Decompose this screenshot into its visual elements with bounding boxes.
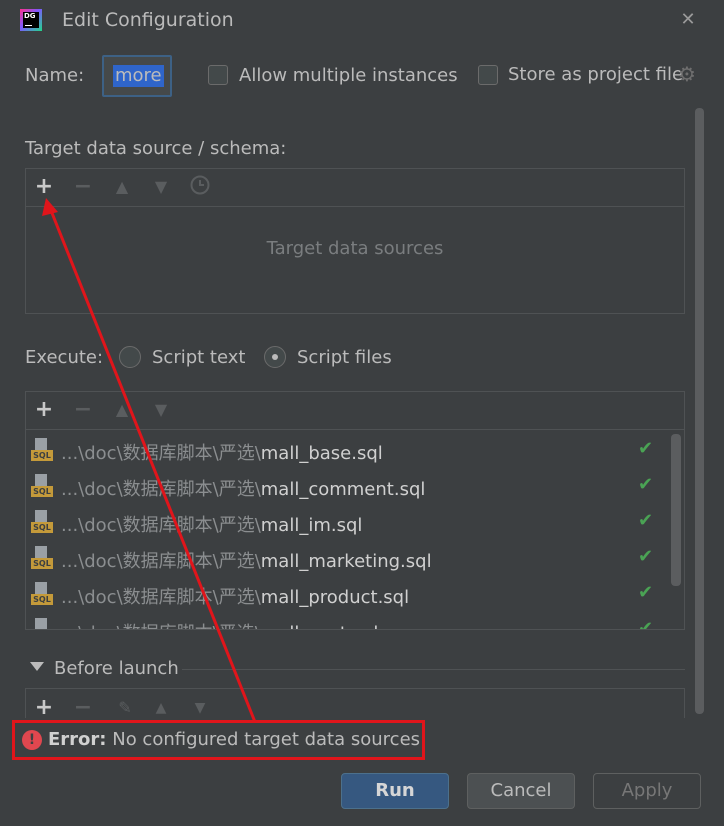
script-files-radio[interactable]	[264, 346, 286, 368]
file-row[interactable]: SQL ...\doc\数据库脚本\严选\mall_comment.sql ✔	[26, 468, 684, 504]
name-label: Name:	[25, 65, 85, 86]
file-row[interactable]: SQL ...\doc\数据库脚本\严选\mall_marketing.sql ✔	[26, 540, 684, 576]
error-icon: !	[22, 730, 42, 750]
allow-multiple-label[interactable]: Allow multiple instances	[239, 65, 458, 86]
name-input[interactable]: more	[102, 55, 172, 97]
minus-icon[interactable]: −	[70, 397, 96, 423]
before-launch-divider	[182, 669, 685, 670]
error-message: Error: No configured target data sources	[48, 729, 420, 750]
down-icon[interactable]: ▼	[148, 397, 174, 423]
sql-file-icon: SQL	[31, 510, 53, 534]
file-name: mall_comment.sql	[260, 479, 426, 500]
target-data-source-label: Target data source / schema:	[25, 138, 287, 159]
chevron-down-icon[interactable]	[30, 662, 44, 671]
sql-file-icon: SQL	[31, 546, 53, 570]
sql-file-icon: SQL	[31, 474, 53, 498]
file-name: mall_base.sql	[260, 443, 383, 464]
file-path-prefix: ...\doc\数据库脚本\严选\	[61, 515, 261, 536]
main-scrollbar-thumb[interactable]	[695, 108, 704, 714]
check-icon: ✔	[638, 474, 654, 495]
minus-icon[interactable]: −	[70, 174, 96, 200]
before-launch-panel: + − ✎ ▲ ▼	[25, 688, 685, 718]
check-icon: ✔	[638, 510, 654, 531]
file-path: ...\doc\数据库脚本\严选\mall_product.sql	[61, 583, 409, 609]
up-icon[interactable]: ▲	[109, 174, 135, 200]
allow-multiple-checkbox[interactable]	[208, 65, 228, 85]
run-button[interactable]: Run	[341, 773, 449, 809]
execute-label: Execute:	[25, 347, 104, 368]
down-icon[interactable]: ▼	[187, 695, 213, 718]
edit-icon[interactable]: ✎	[112, 695, 138, 718]
file-row[interactable]: SQL ...\doc\数据库脚本\严选\mall_im.sql ✔	[26, 504, 684, 540]
window-title: Edit Configuration	[62, 9, 234, 31]
target-toolbar: + − ▲ ▼	[26, 169, 684, 207]
app-logo-icon: DG	[20, 9, 42, 31]
script-files-label[interactable]: Script files	[297, 347, 392, 368]
target-empty-text: Target data sources	[266, 238, 444, 259]
file-path: ...\doc\数据库脚本\严选\mall_comment.sql	[61, 475, 425, 501]
sql-file-icon: SQL	[31, 618, 53, 629]
files-scrollbar-thumb[interactable]	[671, 434, 681, 586]
before-launch-label[interactable]: Before launch	[54, 658, 179, 679]
file-path: ...\doc\数据库脚本\严选\mall_marketing.sql	[61, 547, 432, 573]
file-path: ...\doc\数据库脚本\严选\mall_seat.sql	[61, 619, 379, 629]
check-icon: ✔	[638, 438, 654, 459]
check-icon: ✔	[638, 546, 654, 567]
error-message-text: No configured target data sources	[112, 729, 421, 750]
down-icon[interactable]: ▼	[148, 174, 174, 200]
up-icon[interactable]: ▲	[109, 397, 135, 423]
cancel-button[interactable]: Cancel	[467, 773, 575, 809]
file-name: mall_im.sql	[260, 515, 363, 536]
gear-icon[interactable]: ⚙	[678, 63, 700, 85]
script-text-label[interactable]: Script text	[152, 347, 245, 368]
sql-file-icon: SQL	[31, 582, 53, 606]
script-files-list: SQL ...\doc\数据库脚本\严选\mall_base.sql ✔ SQL...…	[26, 432, 684, 630]
file-path-prefix: ...\doc\数据库脚本\严选\	[61, 443, 261, 464]
error-prefix: Error:	[48, 729, 107, 750]
file-name: mall_seat.sql	[261, 623, 379, 629]
sql-file-icon: SQL	[31, 438, 53, 462]
plus-icon[interactable]: +	[31, 397, 57, 423]
close-icon[interactable]: ✕	[676, 9, 700, 33]
check-icon: ✔	[638, 618, 654, 630]
script-text-radio[interactable]	[119, 346, 141, 368]
plus-icon[interactable]: +	[31, 695, 57, 718]
file-row[interactable]: SQL ...\doc\数据库脚本\严选\mall_base.sql ✔	[26, 432, 684, 468]
store-project-label[interactable]: Store as project file	[508, 64, 683, 85]
check-icon: ✔	[638, 582, 654, 603]
file-path: ...\doc\数据库脚本\严选\mall_im.sql	[61, 511, 362, 537]
apply-button[interactable]: Apply	[593, 773, 701, 809]
file-name: mall_product.sql	[260, 587, 410, 608]
file-path-prefix: ...\doc\数据库脚本\严选\	[61, 587, 261, 608]
file-path-prefix: ...\doc\数据库脚本\严选\	[61, 623, 261, 629]
file-path-prefix: ...\doc\数据库脚本\严选\	[61, 479, 261, 500]
up-icon[interactable]: ▲	[148, 695, 174, 718]
file-name: mall_marketing.sql	[260, 551, 432, 572]
file-path: ...\doc\数据库脚本\严选\mall_base.sql	[61, 439, 383, 465]
name-input-value: more	[113, 65, 164, 87]
plus-icon[interactable]: +	[31, 174, 57, 200]
store-project-checkbox[interactable]	[478, 65, 498, 85]
file-row[interactable]: SQL ...\doc\数据库脚本\严选\mall_seat.sql ✔	[26, 612, 684, 630]
file-path-prefix: ...\doc\数据库脚本\严选\	[61, 551, 261, 572]
file-row[interactable]: SQL ...\doc\数据库脚本\严选\mall_product.sql ✔	[26, 576, 684, 612]
script-files-panel: + − ▲ ▼ SQL ...\doc\数据库脚本\严选\mall_base.sq…	[25, 391, 685, 630]
history-icon[interactable]	[187, 174, 213, 200]
files-toolbar: + − ▲ ▼	[26, 392, 684, 430]
minus-icon[interactable]: −	[70, 695, 96, 718]
